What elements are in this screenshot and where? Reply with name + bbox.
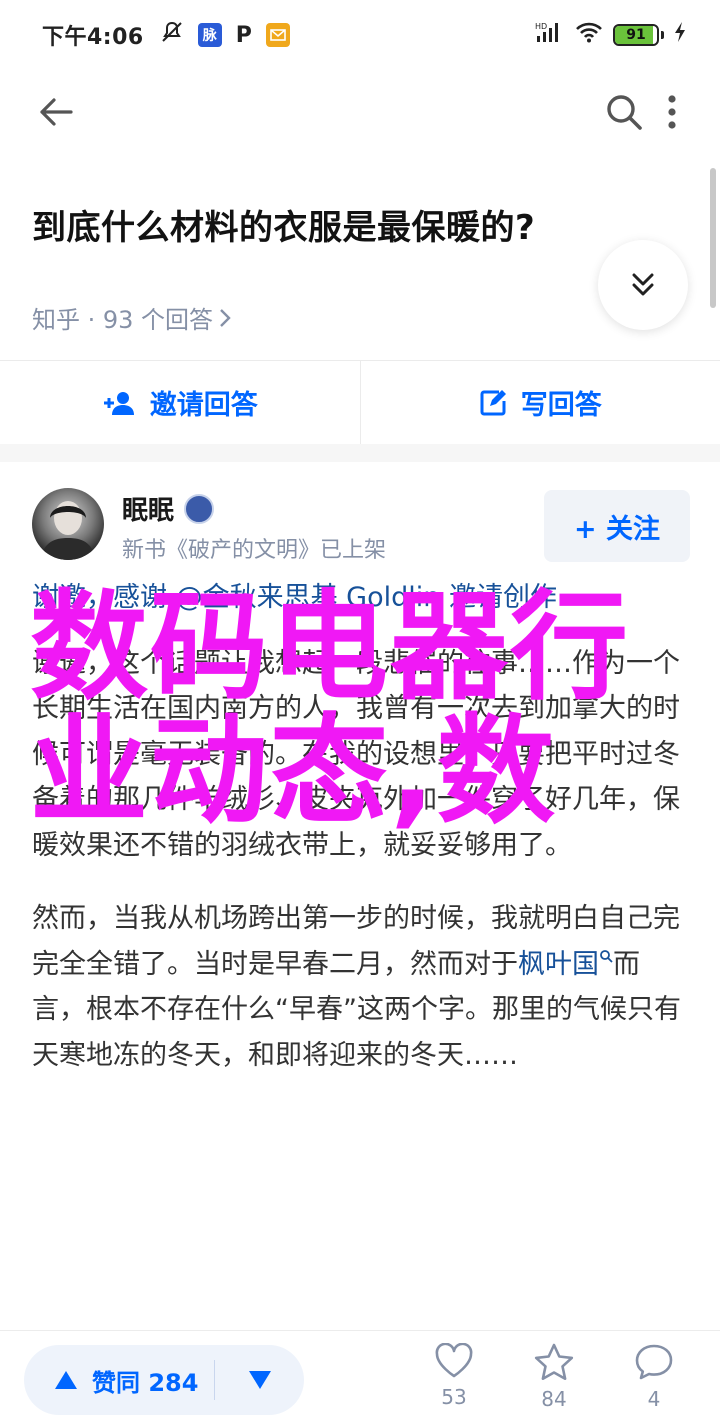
upvote-label: 赞同 284	[92, 1368, 199, 1397]
question-meta[interactable]: 知乎 · 93 个回答	[32, 300, 231, 335]
favorite-count: 84	[541, 1387, 567, 1411]
p-notification-icon: P	[235, 22, 252, 48]
more-button[interactable]	[652, 84, 692, 140]
answer-invite-line: 谢邀，感谢 @金秋来思基 Goldlin 邀请创作	[32, 582, 557, 613]
topic-link[interactable]: 枫叶国	[518, 949, 613, 980]
top-bar	[0, 70, 720, 154]
author-headline: 新书《破产的文明》已上架	[122, 538, 387, 563]
topic-link-text: 枫叶国	[518, 948, 599, 980]
back-arrow-icon	[40, 98, 73, 126]
comment-icon	[635, 1344, 673, 1380]
scrollbar-thumb[interactable]	[710, 168, 716, 308]
like-button[interactable]: 53	[419, 1343, 489, 1409]
answer-paragraph-2: 然而，当我从机场跨出第一步的时候，我就明白自己完完全全错了。当时是早春二月，然而…	[32, 896, 692, 1078]
double-chevron-down-icon	[632, 273, 654, 296]
search-button[interactable]	[596, 84, 652, 140]
triangle-up-icon	[55, 1371, 77, 1389]
follow-button[interactable]: + 关注	[544, 490, 690, 562]
favorite-button[interactable]: 84	[519, 1343, 589, 1411]
bottom-action-bar: 赞同 284 53 84 4	[0, 1330, 720, 1427]
svg-text:HD: HD	[535, 22, 547, 31]
upvote-button[interactable]: 赞同 284	[24, 1363, 214, 1398]
signal-icon: HD	[535, 20, 565, 50]
answer-paragraph-1: 谢邀，这个话题让我想起一段悲催的往事……作为一个长期生活在国内南方的人，我曾有一…	[32, 647, 680, 861]
write-answer-label: 写回答	[520, 390, 602, 421]
author-avatar[interactable]	[32, 488, 104, 560]
write-answer-button[interactable]: 写回答	[361, 361, 720, 444]
heart-icon	[435, 1343, 473, 1378]
like-count: 53	[441, 1385, 467, 1409]
invite-answer-button[interactable]: 邀请回答	[0, 361, 360, 444]
status-bar: 下午4:06 脉 P HD 91	[0, 0, 720, 70]
question-actions: 邀请回答 写回答	[0, 360, 720, 445]
answer-body[interactable]: 谢邀，感谢 @金秋来思基 Goldlin 邀请创作 谢邀，这个话题让我想起一段悲…	[32, 575, 692, 1078]
mail-icon	[265, 23, 290, 47]
comment-count: 4	[647, 1387, 661, 1411]
author-name-row[interactable]: 眠眠	[122, 490, 215, 527]
search-icon	[607, 95, 642, 130]
search-small-icon	[600, 949, 613, 963]
downvote-button[interactable]	[215, 1370, 304, 1390]
app-notification-icon: 脉	[197, 23, 222, 47]
status-time: 下午4:06	[42, 25, 144, 50]
charging-icon	[674, 21, 686, 49]
chevron-right-icon	[220, 308, 231, 327]
mute-icon	[160, 20, 184, 50]
battery-percent: 91	[626, 27, 646, 43]
section-gap	[0, 444, 720, 462]
comment-button[interactable]: 4	[619, 1343, 689, 1411]
battery-indicator: 91	[613, 24, 664, 46]
add-user-icon	[103, 391, 134, 415]
status-system-icons: HD 91	[535, 20, 686, 50]
author-badge-icon	[184, 493, 215, 524]
wifi-icon	[575, 21, 603, 49]
expand-button[interactable]	[598, 240, 688, 330]
triangle-down-icon	[248, 1371, 271, 1389]
star-icon	[534, 1343, 574, 1380]
invite-answer-label: 邀请回答	[149, 390, 258, 421]
author-name: 眠眠	[122, 496, 175, 526]
status-notification-icons: 脉 P	[160, 20, 290, 50]
vote-control: 赞同 284	[24, 1345, 304, 1415]
more-vertical-icon	[668, 95, 676, 129]
question-meta-text: 知乎 · 93 个回答	[32, 306, 214, 334]
back-button[interactable]	[28, 84, 84, 140]
edit-icon	[480, 389, 506, 415]
question-title[interactable]: 到底什么材料的衣服是最保暖的?	[32, 200, 535, 249]
